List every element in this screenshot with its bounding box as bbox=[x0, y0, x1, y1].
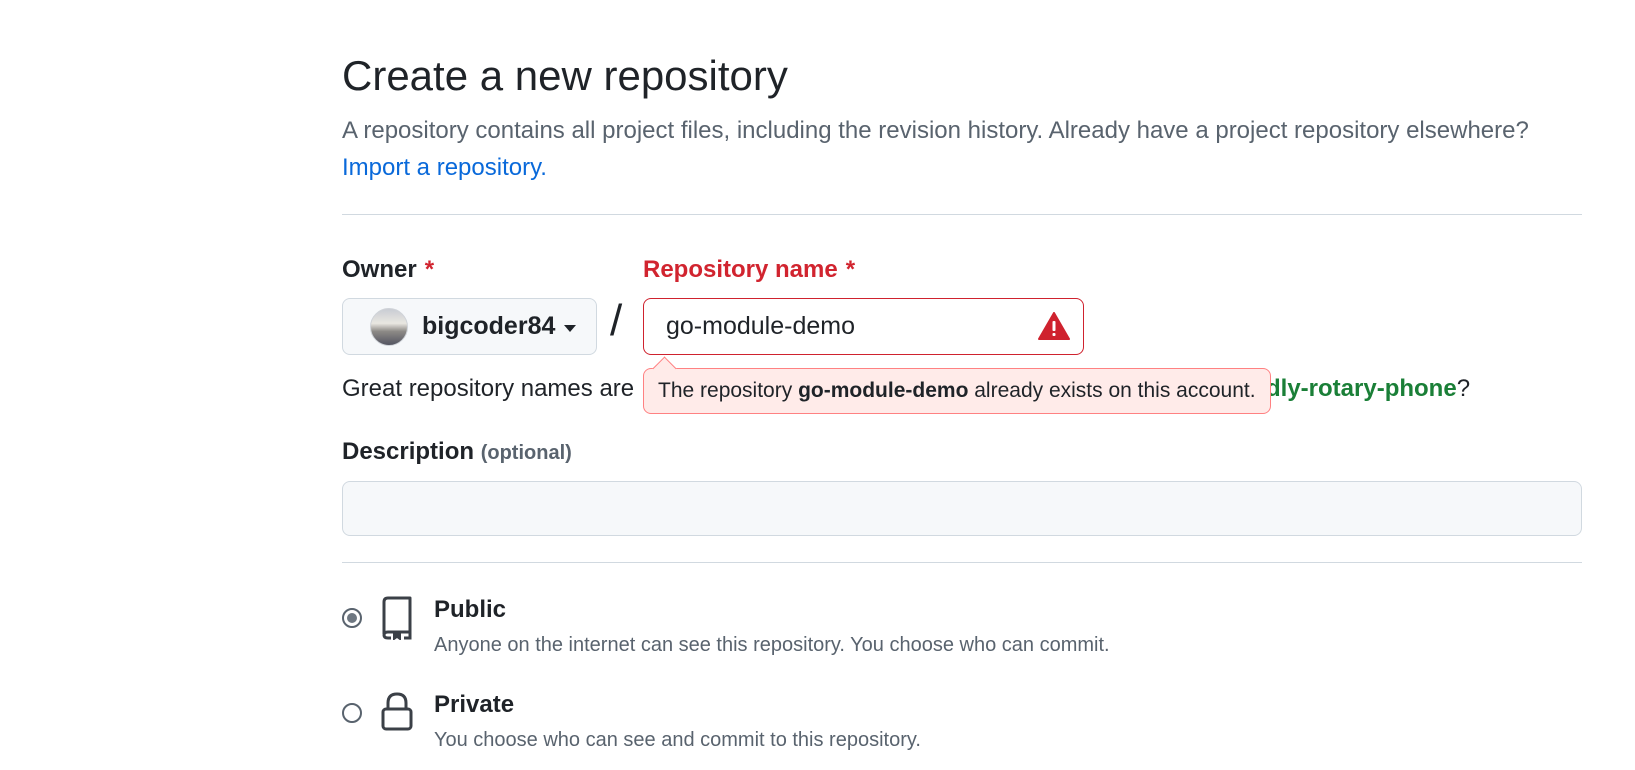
owner-label: Owner * bbox=[342, 256, 435, 283]
suggested-name[interactable]: dly-rotary-phone bbox=[1266, 375, 1457, 402]
repo-name-hint: Great repository names are bbox=[342, 375, 635, 402]
page-title: Create a new repository bbox=[342, 52, 788, 99]
divider bbox=[342, 562, 1582, 563]
public-description: Anyone on the internet can see this repo… bbox=[434, 634, 1110, 656]
page-subtitle: A repository contains all project files,… bbox=[342, 112, 1582, 186]
repo-name-suggestion: dly-rotary-phone? bbox=[1266, 375, 1471, 402]
visibility-option-public[interactable]: Public Anyone on the internet can see th… bbox=[342, 596, 1582, 666]
owner-repo-separator: / bbox=[610, 296, 623, 345]
lock-icon bbox=[381, 692, 413, 731]
public-title: Public bbox=[434, 596, 507, 623]
public-radio[interactable] bbox=[342, 608, 362, 628]
repo-exists-error-tooltip: The repository go-module-demo already ex… bbox=[643, 356, 1271, 414]
repository-name-input[interactable] bbox=[643, 298, 1084, 355]
optional-tag: (optional) bbox=[480, 442, 572, 464]
visibility-option-private[interactable]: Private You choose who can see and commi… bbox=[342, 691, 1582, 761]
subtitle-text: A repository contains all project files,… bbox=[342, 117, 1529, 144]
owner-name: bigcoder84 bbox=[422, 312, 556, 340]
description-label: Description (optional) bbox=[342, 438, 572, 465]
description-input[interactable] bbox=[342, 481, 1582, 536]
required-mark: * bbox=[424, 256, 435, 283]
tooltip-arrow bbox=[652, 356, 677, 381]
avatar-icon bbox=[370, 307, 408, 346]
repository-name-label: Repository name * bbox=[643, 256, 856, 283]
private-description: You choose who can see and commit to thi… bbox=[434, 729, 921, 751]
chevron-down-icon bbox=[564, 324, 577, 332]
import-repository-link[interactable]: Import a repository. bbox=[342, 154, 547, 181]
owner-select-button[interactable]: bigcoder84 bbox=[342, 298, 597, 355]
alert-icon bbox=[1038, 312, 1070, 340]
required-mark: * bbox=[845, 256, 856, 283]
private-radio[interactable] bbox=[342, 703, 362, 723]
repo-icon bbox=[382, 596, 412, 640]
private-title: Private bbox=[434, 691, 515, 718]
divider bbox=[342, 214, 1582, 215]
